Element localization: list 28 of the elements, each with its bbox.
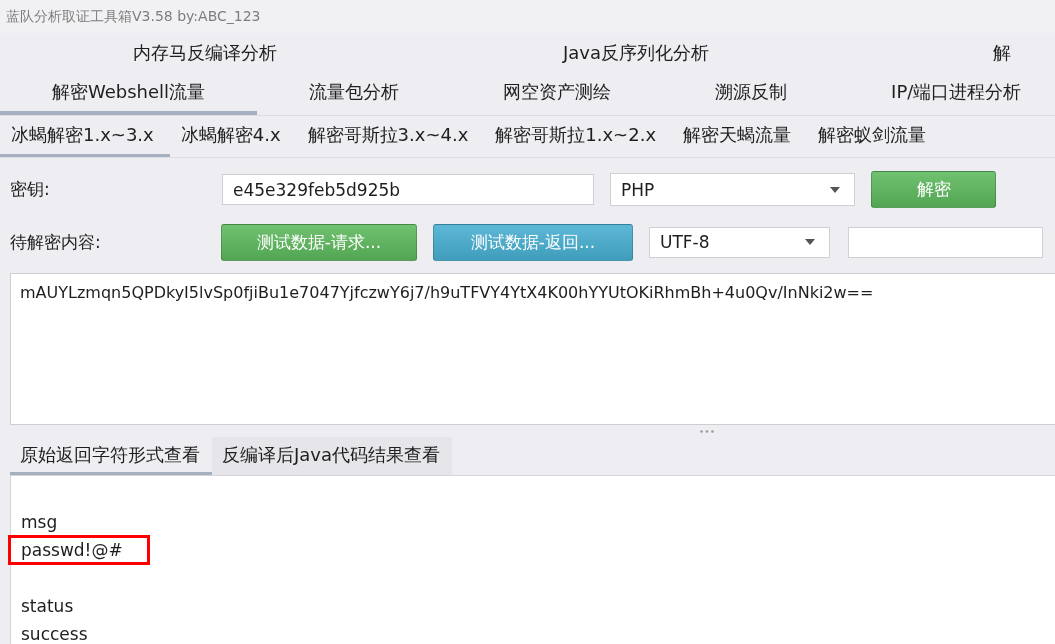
sub-tab[interactable]: 冰蝎解密1.x~3.x	[0, 116, 170, 157]
drag-handle-icon[interactable]	[700, 429, 714, 433]
output-line: status	[21, 595, 75, 618]
main-tab[interactable]: IP/端口进程分析	[839, 72, 1055, 115]
sub-tab[interactable]: 冰蝎解密4.x	[169, 116, 297, 157]
output-line: msg	[21, 511, 59, 534]
key-label: 密钥:	[10, 178, 51, 201]
main-tab[interactable]: 流量包分析	[257, 72, 452, 115]
caret-down-icon	[805, 239, 815, 245]
sub-tab[interactable]: 解密蚁剑流量	[807, 116, 943, 157]
main-tab[interactable]: 解	[860, 33, 1055, 72]
language-select[interactable]: PHP	[610, 173, 855, 206]
result-tab[interactable]: 反编译后Java代码结果查看	[212, 437, 453, 475]
sub-tab[interactable]: 解密哥斯拉1.x~2.x	[484, 116, 673, 157]
encoding-select[interactable]: UTF-8	[649, 226, 830, 258]
main-tab[interactable]: Java反序列化分析	[430, 33, 860, 72]
main-tab[interactable]: 溯源反制	[663, 72, 840, 115]
input-field[interactable]	[848, 226, 1043, 258]
main-tab[interactable]: 内存马反编译分析	[0, 33, 430, 72]
content-label: 待解密内容:	[10, 230, 102, 254]
ciphertext-field[interactable]: mAUYLzmqn5QPDkyI5lvSp0fjiBu1e7047YjfczwY6j7/h9uTFVY4YtX4K00hYYUtOKiRhmBh+4u0Qv/InNki2w==	[10, 273, 1055, 425]
key-field[interactable]: e45e329feb5d925b	[222, 174, 594, 205]
main-tab[interactable]: 网空资产测绘	[451, 72, 664, 115]
caret-down-icon	[830, 186, 840, 193]
output-line: success	[21, 623, 88, 644]
sub-tab[interactable]: 解密天蝎流量	[672, 116, 808, 157]
sub-tab[interactable]: 解密哥斯拉3.x~4.x	[296, 116, 485, 157]
main-tab[interactable]: 解密Webshell流量	[0, 72, 258, 115]
